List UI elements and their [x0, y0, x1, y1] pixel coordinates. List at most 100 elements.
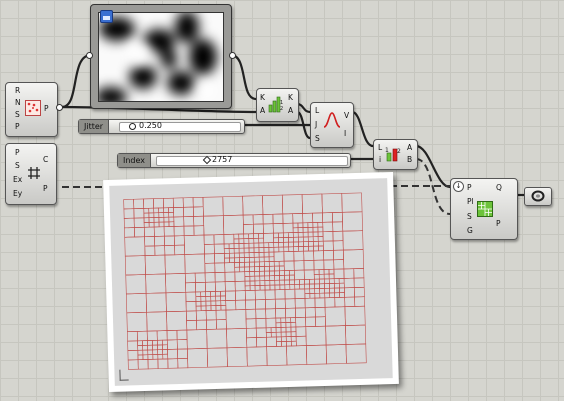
grid-cell: [263, 261, 270, 267]
preview-image: [98, 12, 224, 102]
grid-cell: [203, 234, 215, 245]
port-v[interactable]: V: [344, 111, 349, 120]
port-c[interactable]: C: [43, 155, 48, 164]
port-g[interactable]: G: [467, 226, 473, 235]
grid-cell: [290, 326, 297, 333]
port-s[interactable]: S: [315, 134, 320, 143]
grid-cell: [253, 233, 259, 239]
port-p-out[interactable]: P: [43, 184, 48, 193]
grid-cell: [123, 198, 135, 210]
grid-cell: [304, 288, 311, 294]
grid-cell: [322, 231, 334, 242]
port-l[interactable]: L: [315, 106, 319, 115]
grid-cell: [225, 290, 236, 301]
port-a-out[interactable]: A: [288, 106, 293, 115]
grid-cell: [323, 269, 330, 275]
output-param[interactable]: [524, 187, 552, 206]
grid-cell: [303, 260, 315, 271]
grid-cell: [162, 353, 169, 360]
grid-cell: [284, 274, 290, 281]
grid-cell: [317, 240, 324, 247]
port-n[interactable]: N: [15, 98, 21, 107]
grid-cell: [182, 197, 194, 208]
port-p-out[interactable]: P: [44, 104, 49, 113]
preview-output-grip[interactable]: [229, 52, 236, 59]
grid-cell: [142, 340, 148, 346]
grid-cell: [293, 246, 300, 252]
grid-cell: [162, 197, 174, 209]
port-ex[interactable]: Ex: [13, 175, 22, 184]
port-k-out[interactable]: K: [288, 93, 293, 102]
grid-cell: [284, 279, 291, 286]
grid-cell: [238, 238, 245, 244]
grid-cell: [285, 317, 292, 323]
grid-cell: [268, 261, 275, 267]
grid-cell: [344, 287, 355, 298]
port-a-in[interactable]: A: [260, 106, 265, 115]
preview-input-grip[interactable]: [86, 52, 93, 59]
port-s[interactable]: S: [15, 161, 20, 170]
rectangle-component[interactable]: P S Ex Ey C P: [5, 143, 57, 205]
port-q[interactable]: Q: [496, 183, 502, 192]
input-flatten-icon[interactable]: ↓: [453, 181, 464, 192]
port-b[interactable]: B: [407, 155, 412, 164]
grid-cell: [258, 242, 265, 249]
grid-cell: [289, 284, 296, 290]
grid-cell: [195, 310, 207, 321]
port-p-in[interactable]: P: [467, 183, 472, 192]
grid-cell: [341, 192, 363, 213]
grid-cell: [192, 206, 204, 217]
port-i[interactable]: I: [344, 129, 346, 138]
grid-cell: [224, 281, 236, 292]
image-sampler-preview[interactable]: [90, 4, 232, 109]
grid-cell: [166, 310, 188, 331]
port-j[interactable]: J: [315, 120, 317, 129]
list-item-component[interactable]: L i 2 1 A B: [373, 139, 418, 170]
grid-cell: [210, 300, 217, 307]
grid-cell: [295, 335, 307, 347]
grid-cell: [168, 207, 174, 213]
port-s[interactable]: S: [15, 110, 20, 119]
grid-cell: [195, 300, 202, 307]
grid-cell: [143, 217, 150, 223]
grid-cell: [158, 212, 165, 218]
image-icon[interactable]: [100, 10, 113, 23]
port-k-in[interactable]: K: [260, 93, 265, 102]
grid-cell: [243, 233, 250, 239]
port-p[interactable]: P: [15, 148, 20, 157]
populate-output-grip[interactable]: [56, 104, 63, 111]
jitter-slider-knob[interactable]: [129, 123, 136, 130]
index-slider[interactable]: Index 2757: [117, 153, 351, 168]
populate-2d-component[interactable]: R N S P P: [5, 82, 58, 137]
port-p-in[interactable]: P: [15, 122, 20, 131]
port-r[interactable]: R: [15, 86, 20, 95]
grid-cell: [263, 232, 274, 244]
grid-cell: [195, 281, 206, 293]
grid-cell: [265, 308, 277, 319]
grid-cell: [280, 336, 287, 342]
grid-cell: [325, 325, 347, 346]
jitter-slider-track[interactable]: [119, 122, 241, 132]
grid-cell: [307, 226, 314, 233]
port-pl[interactable]: Pl: [467, 197, 474, 206]
grid-cell: [273, 232, 279, 239]
port-ey[interactable]: Ey: [13, 189, 22, 198]
grid-cell: [334, 296, 346, 308]
grid-cell: [174, 244, 186, 256]
grid-cell: [293, 260, 305, 271]
jitter-component[interactable]: L J S V I: [310, 102, 354, 148]
port-i[interactable]: i: [379, 155, 381, 164]
grid-cell: [297, 222, 304, 229]
substrate-component[interactable]: ↓ P Pl S G Q P: [450, 178, 518, 240]
grid-cell: [158, 207, 165, 214]
sort-list-component[interactable]: K A 1 2 K A: [256, 88, 299, 122]
port-a[interactable]: A: [407, 143, 412, 152]
port-l[interactable]: L: [378, 143, 382, 152]
grid-cell: [167, 348, 179, 360]
port-p-out[interactable]: P: [496, 219, 501, 228]
grid-cell: [264, 289, 276, 300]
grid-cell: [249, 266, 255, 272]
port-s[interactable]: S: [467, 212, 472, 221]
index-slider-track[interactable]: [156, 156, 348, 166]
jitter-slider[interactable]: Jitter 0.250: [78, 119, 245, 134]
